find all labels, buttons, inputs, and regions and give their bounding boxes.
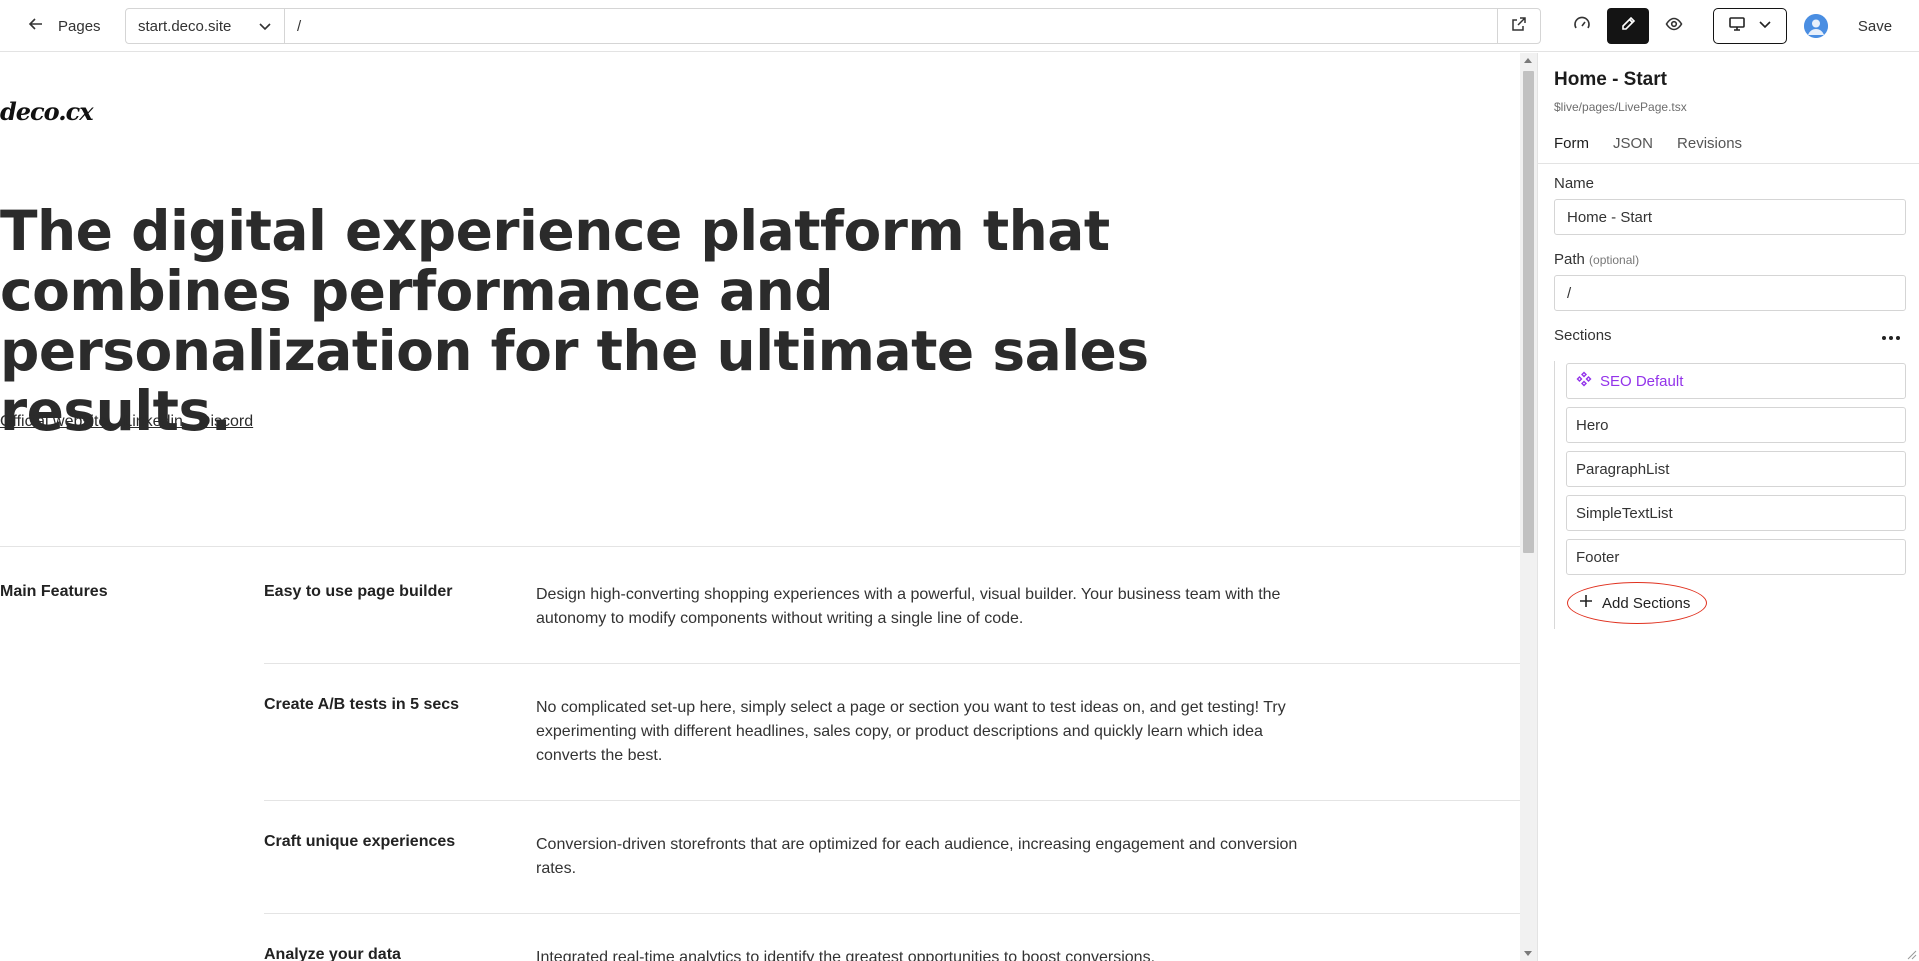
path-optional-hint: (optional) — [1589, 253, 1640, 267]
scrollbar-thumb[interactable] — [1523, 71, 1534, 553]
user-avatar[interactable] — [1804, 14, 1828, 38]
more-dots-icon — [1882, 336, 1886, 340]
feature-title: Craft unique experiences — [264, 833, 456, 850]
section-item-hero[interactable]: Hero — [1566, 407, 1906, 443]
sections-rail — [1554, 361, 1555, 629]
back-label: Pages — [58, 17, 101, 35]
arrow-left-icon — [28, 16, 44, 36]
page-title: Home - Start — [1554, 69, 1667, 90]
eye-icon — [1665, 15, 1683, 38]
performance-mode-button[interactable] — [1561, 8, 1603, 44]
section-label: ParagraphList — [1576, 460, 1670, 478]
section-divider — [0, 546, 1520, 547]
features-label: Main Features — [0, 583, 108, 600]
feature-description: Integrated real-time analytics to identi… — [536, 949, 1156, 961]
top-bar: Pages start.deco.site / Save — [0, 0, 1919, 52]
feature-description: No complicated set-up here, simply selec… — [536, 699, 1286, 764]
official-website-link[interactable]: Official website — [0, 413, 107, 431]
name-field[interactable]: Home - Start — [1554, 199, 1906, 235]
device-select[interactable] — [1713, 8, 1787, 44]
add-sections-button[interactable]: Add Sections — [1567, 582, 1707, 624]
sections-label: Sections — [1554, 327, 1612, 344]
tab-form[interactable]: Form — [1554, 135, 1589, 152]
path-label-text: Path — [1554, 251, 1585, 268]
section-item-footer[interactable]: Footer — [1566, 539, 1906, 575]
linkedin-link[interactable]: Linkedin — [123, 413, 183, 431]
tab-json[interactable]: JSON — [1613, 135, 1653, 152]
hero-title: The digital experience platform that com… — [0, 199, 1149, 443]
feature-divider — [264, 800, 1520, 801]
plus-icon — [1578, 593, 1594, 613]
section-item-simpletextlist[interactable]: SimpleTextList — [1566, 495, 1906, 531]
chevron-down-icon — [1758, 17, 1772, 36]
preview-scrollbar[interactable] — [1520, 53, 1537, 961]
feature-description: Conversion-driven storefronts that are o… — [536, 836, 1298, 877]
feature-divider — [264, 913, 1520, 914]
external-link-icon — [1511, 16, 1527, 37]
section-item-seo-default[interactable]: SEO Default — [1566, 363, 1906, 399]
tabs-divider — [1538, 163, 1919, 164]
discord-link[interactable]: Discord — [199, 413, 253, 431]
path-field[interactable]: / — [1554, 275, 1906, 311]
site-value: start.deco.site — [138, 17, 232, 35]
section-label: SimpleTextList — [1576, 504, 1673, 522]
pencil-icon — [1619, 15, 1637, 38]
name-value: Home - Start — [1567, 208, 1653, 226]
chevron-down-icon — [258, 19, 272, 33]
section-label: SEO Default — [1600, 372, 1684, 390]
section-label: Hero — [1576, 416, 1609, 434]
scroll-down-arrow-icon[interactable] — [1524, 951, 1532, 956]
open-in-new-tab-button[interactable] — [1497, 8, 1541, 44]
name-label: Name — [1554, 175, 1595, 192]
panel-tabs: Form JSON Revisions — [1554, 135, 1742, 152]
properties-panel: Home - Start $live/pages/LivePage.tsx Fo… — [1537, 53, 1919, 961]
more-dots-icon — [1889, 336, 1893, 340]
component-icon — [1576, 371, 1592, 391]
url-path-value: / — [297, 17, 302, 35]
sections-more-button[interactable] — [1876, 328, 1906, 348]
path-label: Path (optional) — [1554, 251, 1639, 268]
site-select[interactable]: start.deco.site — [125, 8, 285, 44]
feature-title: Easy to use page builder — [264, 583, 453, 600]
scroll-up-arrow-icon[interactable] — [1524, 58, 1532, 63]
save-button[interactable]: Save — [1848, 8, 1902, 44]
feature-description: Design high-converting shopping experien… — [536, 586, 1281, 627]
more-dots-icon — [1896, 336, 1900, 340]
preview-mode-button[interactable] — [1653, 8, 1695, 44]
resize-grip-icon[interactable] — [1905, 947, 1917, 960]
add-sections-label: Add Sections — [1602, 594, 1691, 612]
edit-mode-button[interactable] — [1607, 8, 1649, 44]
feature-divider — [264, 663, 1520, 664]
page-component-path: $live/pages/LivePage.tsx — [1554, 100, 1687, 114]
section-label: Footer — [1576, 548, 1620, 566]
back-to-pages-button[interactable]: Pages — [28, 14, 101, 38]
feature-title: Create A/B tests in 5 secs — [264, 696, 460, 713]
section-item-paragraphlist[interactable]: ParagraphList — [1566, 451, 1906, 487]
site-logo: deco.cx — [0, 97, 94, 126]
page-preview: deco.cx The digital experience platform … — [0, 53, 1520, 961]
path-value: / — [1567, 284, 1572, 302]
tab-revisions[interactable]: Revisions — [1677, 135, 1742, 152]
speedometer-icon — [1573, 15, 1591, 38]
desktop-icon — [1728, 15, 1746, 38]
hero-links: Official website Linkedin Discord — [0, 413, 253, 431]
url-path-input[interactable]: / — [284, 8, 1498, 44]
feature-title: Analyze your data — [264, 946, 401, 961]
